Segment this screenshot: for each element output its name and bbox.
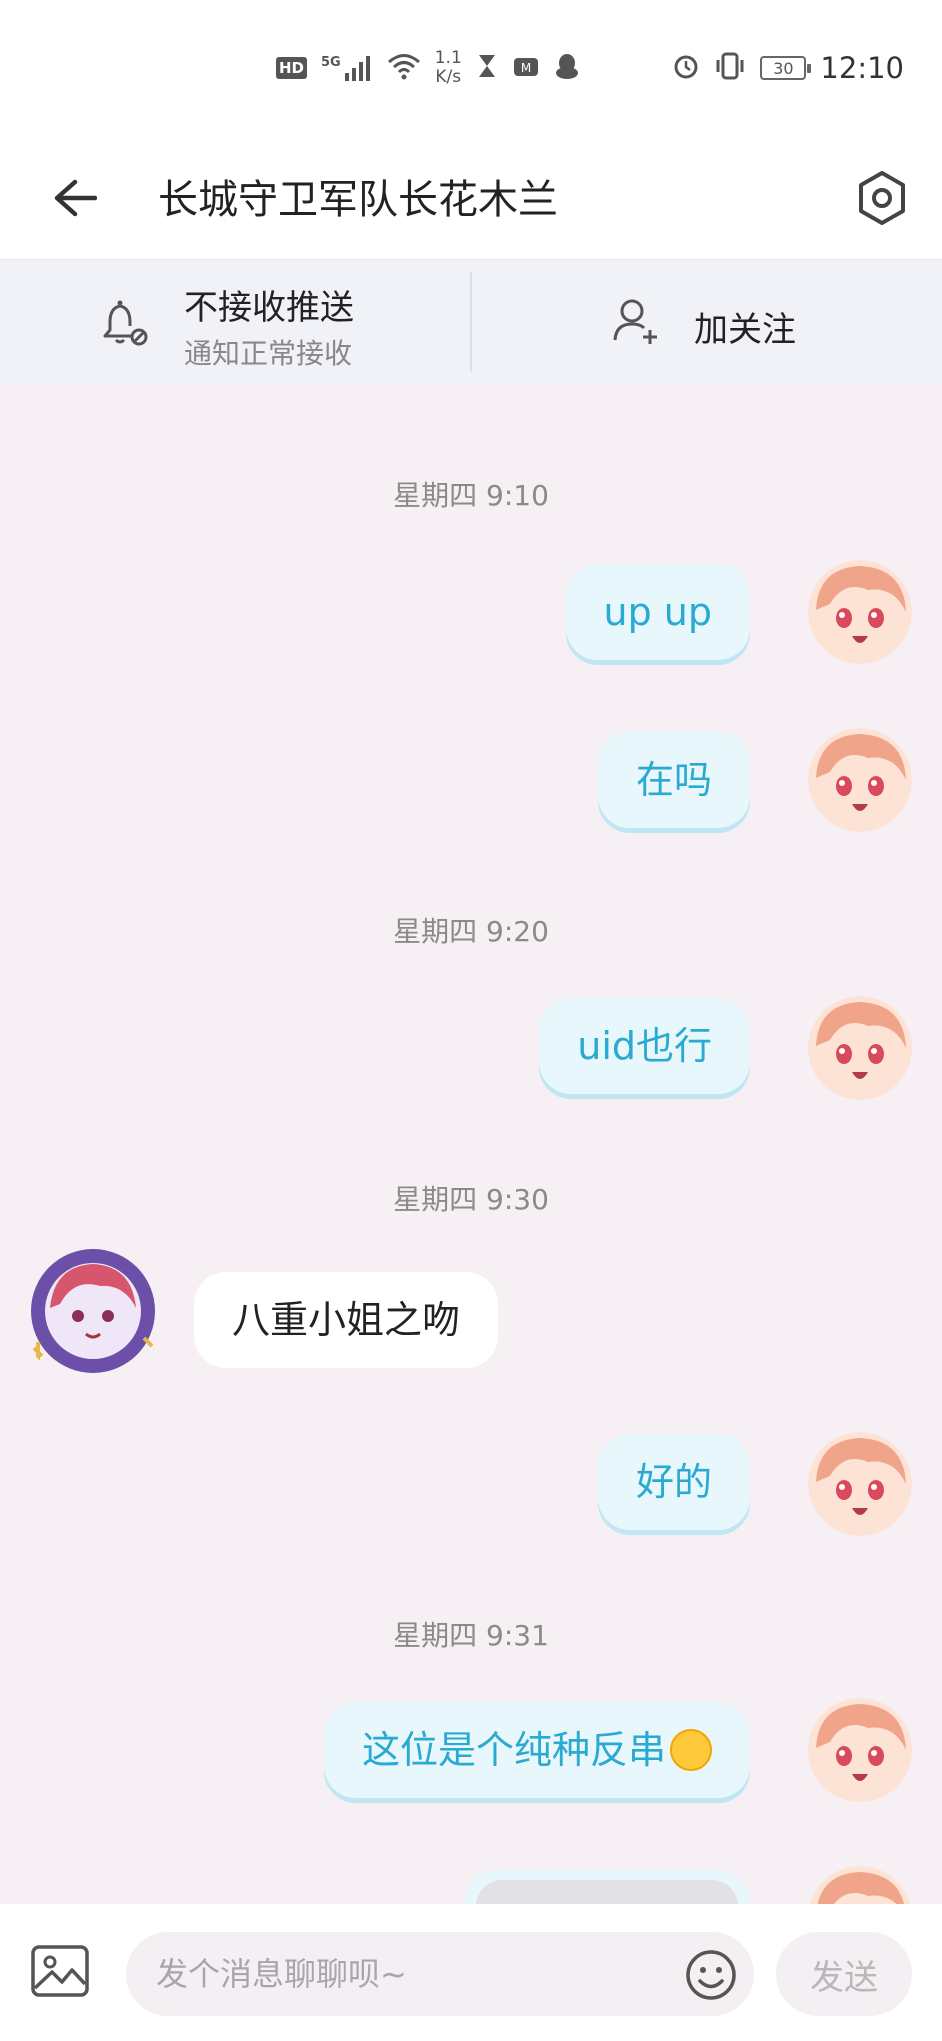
chat-header: 长城守卫军队长花木兰 — [0, 140, 942, 260]
message-bubble-out[interactable]: 在吗 — [597, 732, 750, 828]
battery-indicator: 30 — [760, 56, 812, 80]
svg-text:M: M — [521, 61, 531, 75]
back-button[interactable] — [44, 168, 104, 228]
chat-settings-button[interactable] — [844, 160, 920, 236]
hd-badge: HD — [276, 57, 308, 79]
timestamp: 星期四 9:20 — [393, 915, 549, 948]
vibrate-icon — [714, 52, 746, 84]
push-setting-button[interactable]: 不接收推送 通知正常接收 — [0, 260, 470, 384]
chat-action-bar: 不接收推送 通知正常接收 加关注 — [0, 260, 942, 384]
status-bar: HD 5G 1.1 K/s M 30 12:10 — [0, 0, 942, 140]
message-bubble-out[interactable]: 好的 — [597, 1434, 750, 1530]
net-speed: 1.1 K/s — [435, 49, 462, 87]
timestamp: 星期四 9:31 — [393, 1619, 549, 1652]
avatar[interactable] — [808, 728, 912, 832]
send-button[interactable]: 发送 — [776, 1932, 912, 2016]
message-bubble-out[interactable]: 这位是个纯种反串 — [323, 1702, 750, 1798]
message-bubble-in[interactable]: 八重小姐之吻 — [194, 1272, 499, 1368]
app-notification-icon: M — [512, 54, 540, 82]
avatar[interactable] — [808, 1698, 912, 1802]
smiley-icon — [686, 1950, 736, 2000]
status-bar-left: HD 5G 1.1 K/s M — [276, 48, 580, 88]
alarm-icon — [672, 52, 700, 84]
hourglass-icon — [476, 53, 498, 83]
chat-title: 长城守卫军队长花木兰 — [158, 177, 558, 223]
signal-icon: 5G — [321, 55, 373, 81]
message-input-bar: 发送 — [0, 1904, 942, 2041]
message-bubble-out[interactable]: uid也行 — [539, 998, 750, 1094]
laughing-emoji-icon — [670, 1728, 712, 1771]
follow-label: 加关注 — [694, 310, 796, 350]
net-speed-unit: K/s — [435, 67, 462, 87]
avatar[interactable] — [808, 996, 912, 1100]
push-setting-title: 不接收推送 — [184, 288, 354, 328]
push-setting-subtitle: 通知正常接收 — [184, 337, 353, 370]
avatar[interactable] — [808, 560, 912, 664]
net-speed-value: 1.1 — [434, 48, 462, 68]
message-text: 这位是个纯种反串 — [361, 1728, 666, 1772]
emoji-button[interactable] — [684, 1948, 738, 2002]
qq-icon — [554, 52, 580, 84]
bell-off-icon — [103, 300, 148, 346]
status-time: 12:10 — [820, 51, 904, 85]
wifi-icon — [387, 52, 421, 84]
image-icon — [31, 1945, 89, 1997]
message-input[interactable] — [126, 1932, 754, 2016]
message-bubble-out[interactable]: up up — [565, 564, 750, 660]
settings-icon — [859, 171, 905, 225]
contact-avatar[interactable] — [20, 1238, 166, 1384]
timestamp: 星期四 9:30 — [393, 1183, 549, 1216]
add-user-icon — [613, 299, 657, 344]
follow-button[interactable]: 加关注 — [472, 260, 942, 384]
status-bar-right: 30 12:10 — [672, 48, 904, 88]
timestamp: 星期四 9:10 — [393, 479, 549, 512]
arrow-left-icon — [54, 179, 97, 217]
signal-label: 5G — [321, 55, 341, 70]
avatar[interactable] — [808, 1432, 912, 1536]
image-picker-button[interactable] — [30, 1944, 96, 2004]
